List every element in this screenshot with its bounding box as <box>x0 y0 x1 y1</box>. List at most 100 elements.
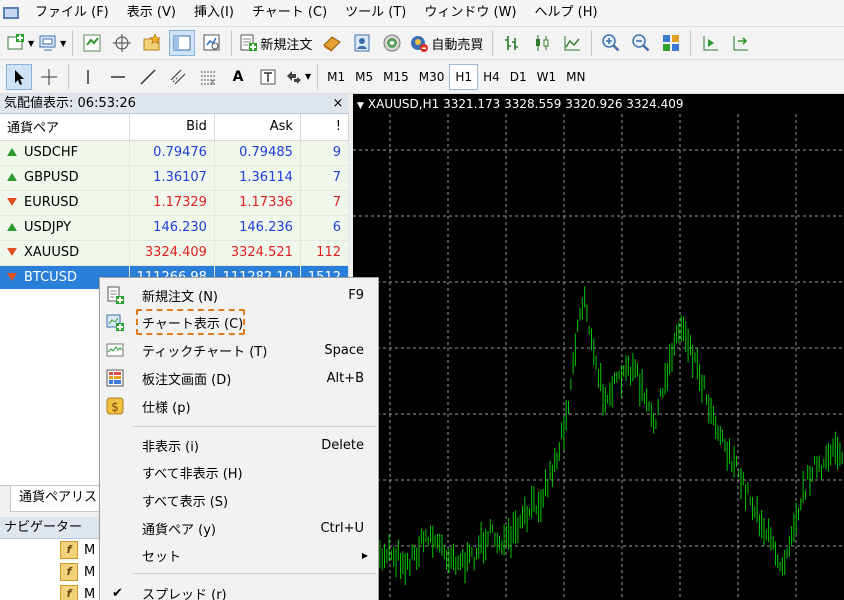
cursor-tool-button[interactable] <box>6 63 32 90</box>
navigator-item[interactable]: f M <box>60 562 95 582</box>
menu-item-symbols[interactable]: 通貨ペア (y) Ctrl+U <box>100 515 378 542</box>
metaeditor-button[interactable] <box>319 30 345 56</box>
toolbar-separator <box>690 30 692 56</box>
strategy-tester-button[interactable] <box>199 30 225 56</box>
column-header-bid[interactable]: Bid <box>129 114 215 141</box>
toolbar-separator <box>72 30 74 56</box>
navigator-item[interactable]: f M <box>60 584 95 600</box>
navigator-item[interactable]: f M <box>60 540 95 560</box>
candlestick-chart-button[interactable] <box>529 30 555 56</box>
navigator-star-icon <box>143 33 162 51</box>
text-label-button[interactable] <box>255 64 281 90</box>
auto-trading-button[interactable]: 自動売買 <box>409 30 486 56</box>
line-chart-button[interactable] <box>559 30 585 56</box>
zoom-in-button[interactable] <box>598 30 624 56</box>
timeframe-d1[interactable]: D1 <box>505 64 532 90</box>
standard-toolbar: ▼ ▼ 新規注文 自動売買 <box>0 26 844 60</box>
menu-item-hide-all[interactable]: すべて非表示 (H) <box>100 459 378 486</box>
toolbar-separator <box>231 30 233 56</box>
market-watch-icon <box>83 34 101 52</box>
timeframe-m15[interactable]: M15 <box>378 64 414 90</box>
table-row[interactable]: XAUUSD 3324.409 3324.521 112 <box>0 240 350 266</box>
trendline-button[interactable] <box>135 64 161 90</box>
timeframe-h4[interactable]: H4 <box>478 64 505 90</box>
menu-view[interactable]: 表示 (V) <box>118 0 185 26</box>
market-watch-toggle-button[interactable] <box>79 30 105 56</box>
timeframe-m30[interactable]: M30 <box>414 64 450 90</box>
spread-cell: 9 <box>300 140 350 166</box>
signals-button[interactable] <box>379 30 405 56</box>
menu-tools[interactable]: ツール (T) <box>336 0 415 26</box>
signals-icon <box>383 34 401 52</box>
profiles-button[interactable]: ▼ <box>38 30 66 56</box>
new-order-button[interactable]: 新規注文 <box>238 30 315 56</box>
community-button[interactable] <box>349 30 375 56</box>
vertical-line-button[interactable] <box>75 64 101 90</box>
menu-help[interactable]: ヘルプ (H) <box>526 0 607 26</box>
table-row[interactable]: GBPUSD 1.36107 1.36114 7 <box>0 165 350 191</box>
menu-item-spread[interactable]: ✔ スプレッド (r) <box>100 580 378 600</box>
equidistant-channel-button[interactable] <box>165 64 191 90</box>
price-chart[interactable]: ▼ XAUUSD,H1 3321.173 3328.559 3320.926 33… <box>353 94 844 600</box>
timeframe-m1[interactable]: M1 <box>322 64 350 90</box>
user-avatar-icon <box>354 34 370 52</box>
chart-shift-icon <box>703 36 719 51</box>
chart-menu-triangle-icon[interactable]: ▼ <box>357 101 364 111</box>
text-tool-button[interactable]: A <box>225 64 251 90</box>
spread-cell: 112 <box>300 240 350 266</box>
column-header-ask[interactable]: Ask <box>214 114 301 141</box>
depth-of-market-icon <box>106 369 124 387</box>
bar-chart-icon <box>505 36 519 50</box>
timeframe-w1[interactable]: W1 <box>532 64 562 90</box>
terminal-toggle-button[interactable] <box>169 30 196 56</box>
auto-scroll-button[interactable] <box>727 30 753 56</box>
bid-cell: 0.79476 <box>129 140 215 166</box>
menu-item-show-all[interactable]: すべて表示 (S) <box>100 487 378 514</box>
menu-charts[interactable]: チャート (C) <box>243 0 336 26</box>
menu-item-new-order[interactable]: 新規注文 (N) F9 <box>100 282 378 309</box>
ask-cell: 0.79485 <box>214 140 301 166</box>
arrow-down-icon <box>7 197 17 206</box>
menu-file[interactable]: ファイル (F) <box>26 0 118 26</box>
menu-insert[interactable]: 挿入(I) <box>185 0 243 26</box>
fibonacci-button[interactable]: F <box>195 64 221 90</box>
menu-item-hide[interactable]: 非表示 (i) Delete <box>100 432 378 459</box>
chevron-down-icon: ▼ <box>60 38 67 48</box>
toolbar-separator <box>68 63 69 90</box>
arrow-up-icon <box>7 222 17 231</box>
menu-item-tick-chart[interactable]: ティックチャート (T) Space <box>100 337 378 364</box>
column-header-symbol[interactable]: 通貨ペア <box>0 114 130 141</box>
zoom-out-icon <box>632 34 650 52</box>
table-row[interactable]: EURUSD 1.17329 1.17336 7 <box>0 190 350 216</box>
svg-text:F: F <box>211 80 215 86</box>
close-icon[interactable]: × <box>330 96 346 112</box>
chart-window-icon <box>106 314 124 331</box>
auto-trading-icon <box>411 36 429 52</box>
line-chart-icon <box>564 36 581 51</box>
navigator-toggle-button[interactable] <box>139 30 165 56</box>
timeframe-mn[interactable]: MN <box>561 64 590 90</box>
tile-windows-button[interactable] <box>658 30 684 56</box>
zoom-out-button[interactable] <box>628 30 654 56</box>
table-row[interactable]: USDJPY 146.230 146.236 6 <box>0 215 350 241</box>
menu-window[interactable]: ウィンドウ (W) <box>415 0 525 26</box>
symbol-cell: USDCHF <box>0 140 130 166</box>
data-window-button[interactable] <box>109 30 135 56</box>
bar-chart-button[interactable] <box>499 30 525 56</box>
arrow-up-icon <box>7 172 17 181</box>
tick-chart-icon <box>106 343 124 357</box>
column-header-spread[interactable]: ! <box>300 114 350 141</box>
horizontal-line-button[interactable] <box>105 64 131 90</box>
menu-item-depth-of-market[interactable]: 板注文画面 (D) Alt+B <box>100 365 378 392</box>
new-chart-button[interactable]: ▼ <box>6 30 34 56</box>
table-row[interactable]: USDCHF 0.79476 0.79485 9 <box>0 140 350 166</box>
menu-item-sets[interactable]: セット ▶ <box>100 542 378 569</box>
timeframe-h1[interactable]: H1 <box>449 63 479 90</box>
arrows-button[interactable]: ▼ <box>285 64 311 90</box>
chart-shift-button[interactable] <box>697 30 723 56</box>
trendline-icon <box>140 68 156 85</box>
spread-cell: 6 <box>300 215 350 241</box>
crosshair-tool-button[interactable] <box>36 64 62 90</box>
timeframe-m5[interactable]: M5 <box>350 64 378 90</box>
menu-item-specification[interactable]: $ 仕様 (p) <box>100 393 378 420</box>
